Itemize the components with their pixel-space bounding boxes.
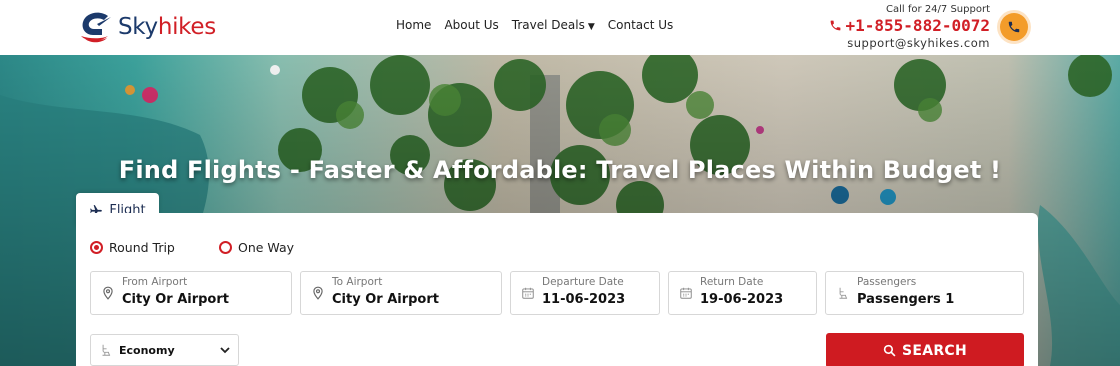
one-way-option[interactable]: One Way [219, 240, 294, 255]
departure-date-value: 11-06-2023 [542, 292, 626, 307]
seat-icon [102, 344, 111, 356]
nav-travel-deals-label: Travel Deals [511, 18, 585, 32]
search-button[interactable]: SEARCH [826, 333, 1024, 366]
return-date-field[interactable]: Return Date 19-06-2023 [668, 271, 817, 315]
round-trip-label: Round Trip [109, 240, 175, 255]
support-email[interactable]: support@skyhikes.com [829, 36, 991, 50]
support-phone-link[interactable]: +1-855-882-0072 [829, 16, 991, 35]
brand-name-hikes: hikes [157, 14, 216, 40]
round-trip-option[interactable]: Round Trip [90, 240, 175, 255]
return-date-value: 19-06-2023 [700, 292, 784, 307]
brand-name: Skyhikes [118, 14, 216, 40]
support-phone: +1-855-882-0072 [845, 16, 991, 35]
search-icon [883, 344, 896, 357]
caret-down-icon: ▼ [587, 22, 595, 32]
brand-logo[interactable]: Skyhikes [78, 8, 216, 46]
passengers-label: Passengers [857, 276, 917, 288]
from-airport-field[interactable]: From Airport City Or Airport [90, 271, 292, 315]
brand-name-sky: Sky [118, 14, 158, 40]
cabin-class-value: Economy [119, 343, 175, 357]
location-pin-icon [313, 286, 323, 300]
calendar-icon [522, 287, 534, 299]
round-trip-radio[interactable] [90, 241, 103, 254]
passengers-value: Passengers 1 [857, 292, 955, 307]
from-airport-label: From Airport [122, 276, 188, 288]
main-nav: Home About Us Travel Deals ▼ Contact Us [396, 18, 673, 32]
one-way-label: One Way [238, 240, 295, 255]
return-date-label: Return Date [700, 276, 764, 288]
location-pin-icon [103, 286, 113, 300]
chevron-down-icon [220, 347, 230, 354]
nav-about-us[interactable]: About Us [444, 18, 498, 32]
departure-date-label: Departure Date [542, 276, 624, 288]
hero-title: Find Flights - Faster & Affordable: Trav… [118, 156, 1002, 184]
to-airport-label: To Airport [332, 276, 383, 288]
search-button-label: SEARCH [901, 342, 968, 359]
nav-contact-us[interactable]: Contact Us [608, 18, 674, 32]
nav-travel-deals[interactable]: Travel Deals ▼ [512, 18, 595, 32]
site-header: Skyhikes Home About Us Travel Deals ▼ Con… [0, 0, 1120, 55]
seat-icon [839, 287, 848, 299]
call-button[interactable] [1000, 13, 1028, 41]
support-label: Call for 24/7 Support [886, 4, 990, 15]
to-airport-value: City Or Airport [332, 292, 439, 307]
one-way-radio[interactable] [219, 241, 232, 254]
cabin-class-select[interactable]: Economy [90, 334, 239, 366]
passengers-field[interactable]: Passengers Passengers 1 [825, 271, 1024, 315]
from-airport-value: City Or Airport [122, 292, 229, 307]
support-info: Call for 24/7 Support +1-855-882-0072 su… [829, 4, 991, 50]
logo-mark-icon [81, 12, 111, 43]
phone-icon [1008, 21, 1020, 33]
nav-home[interactable]: Home [396, 18, 431, 32]
calendar-icon [680, 287, 692, 299]
flight-search-panel: Round Trip One Way From Airport City Or … [76, 213, 1038, 366]
to-airport-field[interactable]: To Airport City Or Airport [300, 271, 502, 315]
phone-icon [830, 20, 840, 31]
departure-date-field[interactable]: Departure Date 11-06-2023 [510, 271, 660, 315]
